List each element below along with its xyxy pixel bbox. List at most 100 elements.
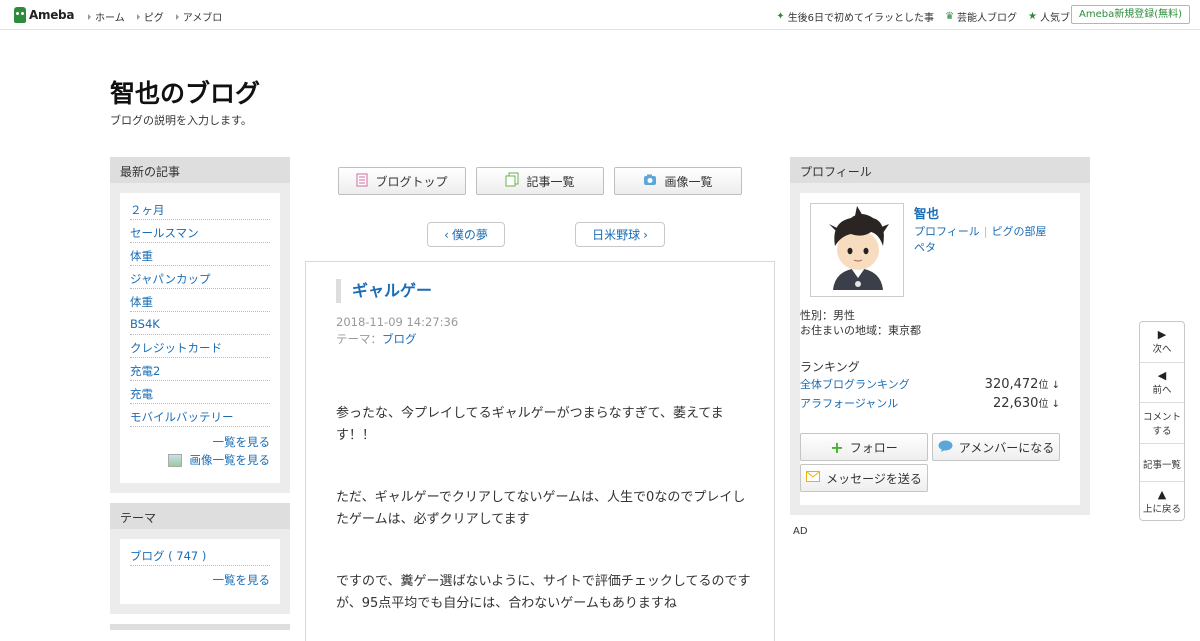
nav-home-label: ホーム (95, 13, 125, 24)
blog-title[interactable]: 智也のブログ (110, 74, 260, 110)
recent-entries-heading: 最新の記事 (110, 157, 290, 183)
entry-list-button[interactable]: 記事一覧 (476, 167, 604, 195)
rank-overall-unit: 位 ↓ (1038, 380, 1060, 391)
profile-heading: プロフィール (790, 157, 1090, 183)
nav-ameblo[interactable]: アメブロ (175, 9, 223, 24)
profile-link[interactable]: プロフィール (914, 225, 980, 238)
follow-label: フォロー (849, 440, 898, 455)
entry-title[interactable]: ギャルゲー (336, 279, 432, 303)
plus-icon: + (830, 437, 844, 457)
triangle-up-icon: ▲ (1157, 488, 1167, 501)
play-left-icon: ◀ (1157, 369, 1167, 382)
signup-button[interactable]: Ameba新規登録(無料) (1070, 5, 1190, 24)
float-comment-label: コメントする (1143, 412, 1182, 437)
recent-entry-link[interactable]: 充電 (130, 387, 153, 401)
chevron-left-icon: ‹ (444, 227, 449, 242)
profile-box: プロフィール 智也 プロフィール | ピグの部屋 ペタ 性別：男性 お住まいの地域：… (790, 157, 1090, 515)
recent-more-row: 一覧を見る (120, 434, 280, 450)
rank-overall-link[interactable]: 全体ブログランキング (800, 376, 910, 392)
image-list-button[interactable]: 画像一覧 (614, 167, 742, 195)
rank-overall-value: 320,472位 ↓ (985, 376, 1060, 392)
theme-link[interactable]: ブログ ( 747 ) (130, 549, 206, 563)
profile-links: プロフィール | ピグの部屋 ペタ (914, 223, 1047, 255)
float-prev-button[interactable]: ◀ 前へ (1140, 363, 1184, 403)
nav-ameblo-label: アメブロ (182, 13, 223, 24)
send-message-button[interactable]: メッセージを送る (800, 464, 928, 492)
entry-theme: テーマ：ブログ (336, 331, 417, 347)
recent-entry-link[interactable]: 体重 (130, 249, 153, 263)
avatar[interactable] (810, 203, 904, 297)
document-icon (356, 173, 368, 190)
global-nav: ホーム ピグ アメブロ (88, 9, 234, 24)
ameba-logo-icon (14, 7, 26, 23)
header-link-trending[interactable]: ✦ 生後6日で初めてイラッとした事 (776, 9, 934, 24)
nav-home[interactable]: ホーム (88, 9, 125, 24)
list-item[interactable]: クレジットカード (130, 335, 270, 358)
pigg-room-link[interactable]: ピグの部屋 (992, 225, 1047, 238)
list-item[interactable]: 体重 (130, 289, 270, 312)
image-more-link[interactable]: 画像一覧を見る (190, 452, 271, 468)
rank-genre-link[interactable]: アラフォージャンル (800, 395, 898, 411)
float-comment-button[interactable]: コメントする (1140, 403, 1184, 444)
play-right-icon: ▶ (1157, 328, 1167, 341)
entry-date: 2018-11-09 14:27:36 (336, 315, 459, 329)
chevron-right-icon: › (643, 227, 648, 242)
recent-entry-link[interactable]: 体重 (130, 295, 153, 309)
next-entry-button[interactable]: 日米野球 › (575, 222, 665, 247)
recent-entry-link[interactable]: ２ヶ月 (130, 203, 165, 217)
profile-body: 智也 プロフィール | ピグの部屋 ペタ 性別：男性 お住まいの地域：東京都 ランキ… (800, 193, 1080, 505)
list-item[interactable]: セールスマン (130, 220, 270, 243)
list-item[interactable]: ２ヶ月 (130, 197, 270, 220)
list-item[interactable]: BS4K (130, 312, 270, 335)
recent-entry-link[interactable]: 充電2 (130, 364, 160, 378)
recent-entries-list: ２ヶ月 セールスマン 体重 ジャパンカップ 体重 BS4K クレジットカード 充… (120, 193, 280, 427)
article: ギャルゲー 2018-11-09 14:27:36 テーマ：ブログ 参ったな、今… (305, 261, 775, 641)
recent-more-link[interactable]: 一覧を見る (213, 435, 271, 449)
list-item[interactable]: 充電2 (130, 358, 270, 381)
nav-pigg[interactable]: ピグ (136, 9, 164, 24)
triangle-right-icon (136, 13, 140, 20)
crown-icon: ♛ (945, 11, 955, 22)
float-next-button[interactable]: ▶ 次へ (1140, 322, 1184, 363)
profile-gender: 性別：男性 (800, 309, 855, 322)
amember-button[interactable]: アメンバーになる (932, 433, 1060, 461)
recent-entries-box: 最新の記事 ２ヶ月 セールスマン 体重 ジャパンカップ 体重 BS4K クレジッ… (110, 157, 290, 493)
float-list-label: 記事一覧 (1142, 460, 1181, 471)
list-item[interactable]: ジャパンカップ (130, 266, 270, 289)
ameba-logo[interactable]: Ameba (14, 7, 74, 23)
profile-name[interactable]: 智也 (914, 203, 939, 222)
sparkle-icon: ✦ (776, 11, 785, 22)
send-message-label: メッセージを送る (826, 471, 922, 486)
next-side-box-head (110, 624, 290, 630)
list-item[interactable]: 体重 (130, 243, 270, 266)
list-item[interactable]: ブログ ( 747 ) (130, 543, 270, 566)
recent-entry-link[interactable]: モバイルバッテリー (130, 410, 234, 424)
nav-pigg-label: ピグ (143, 13, 164, 24)
image-list-icon (167, 453, 182, 467)
peta-link[interactable]: ペタ (914, 241, 936, 254)
theme-more-link[interactable]: 一覧を見る (213, 573, 271, 587)
prev-entry-label: 僕の夢 (451, 228, 488, 242)
float-list-button[interactable]: 記事一覧 (1140, 444, 1184, 482)
recent-entry-link[interactable]: ジャパンカップ (130, 272, 211, 286)
chat-bubble-icon (938, 440, 953, 455)
recent-entry-link[interactable]: BS4K (130, 317, 160, 331)
header-link-celebrity[interactable]: ♛ 芸能人ブログ (945, 9, 1017, 24)
float-top-button[interactable]: ▲ 上に戻る (1140, 482, 1184, 520)
entry-theme-link[interactable]: ブログ (382, 332, 417, 346)
float-next-label: 次へ (1152, 344, 1172, 355)
camera-icon (643, 174, 657, 189)
rank-genre-number: 22,630 (992, 396, 1039, 411)
next-entry-label: 日米野球 (592, 228, 641, 242)
recent-entry-link[interactable]: クレジットカード (130, 341, 222, 355)
follow-button[interactable]: + フォロー (800, 433, 928, 461)
recent-entry-link[interactable]: セールスマン (130, 226, 199, 240)
header-link-celebrity-label: 芸能人ブログ (957, 13, 1018, 24)
copy-icon (505, 172, 519, 190)
prev-entry-button[interactable]: ‹ 僕の夢 (427, 222, 505, 247)
floating-nav: ▶ 次へ ◀ 前へ コメントする 記事一覧 ▲ 上に戻る (1139, 321, 1185, 521)
blog-top-button[interactable]: ブログトップ (338, 167, 466, 195)
list-item[interactable]: 充電 (130, 381, 270, 404)
list-item[interactable]: モバイルバッテリー (130, 404, 270, 427)
float-prev-label: 前へ (1152, 385, 1172, 396)
